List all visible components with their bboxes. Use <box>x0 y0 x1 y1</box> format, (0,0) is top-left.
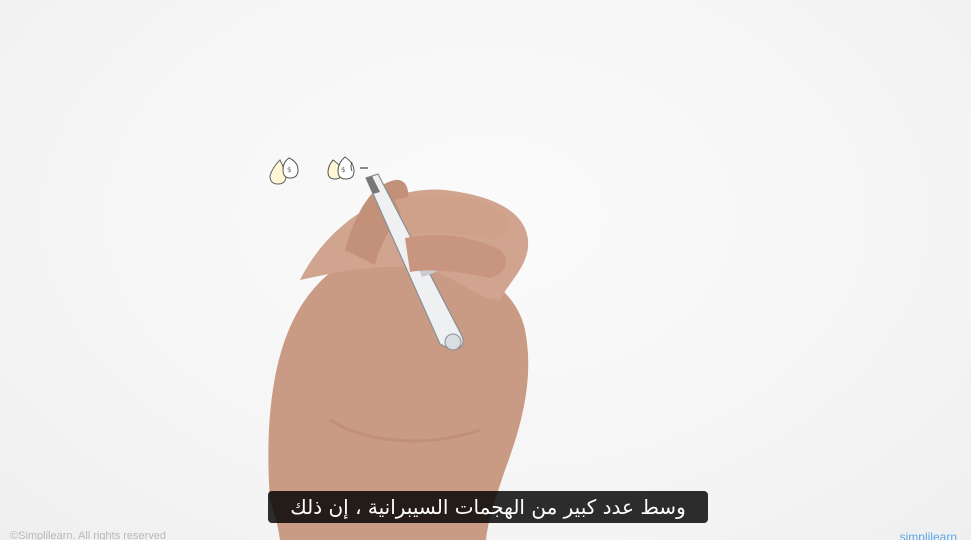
video-frame[interactable]: $ $ وسط عدد كبير من الهجمات السيبرانية ،… <box>0 0 971 540</box>
subtitle-caption: وسط عدد كبير من الهجمات السيبرانية ، إن … <box>268 491 708 523</box>
money-bag-icon: $ <box>269 157 299 185</box>
svg-text:$: $ <box>341 166 345 174</box>
whiteboard-scene: $ $ <box>268 156 529 540</box>
copyright-text: ©Simplilearn. All rights reserved <box>10 530 167 540</box>
drawing-hand <box>268 173 529 540</box>
svg-text:$: $ <box>287 166 291 174</box>
money-bags-icon: $ <box>327 156 368 180</box>
brand-logo: simplilearn <box>899 530 957 540</box>
